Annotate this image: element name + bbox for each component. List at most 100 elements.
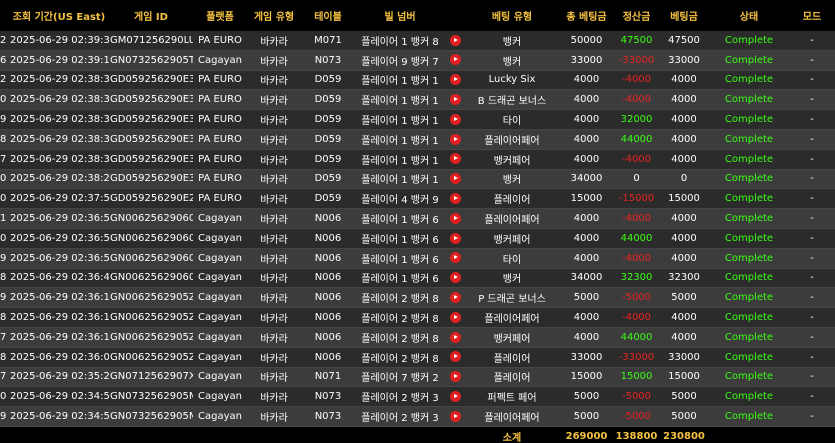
- play-icon[interactable]: [449, 54, 461, 66]
- table-row[interactable]: 7 2025-06-29 02:36:16 GN0062562905Z Cagayan…: [0, 327, 835, 348]
- row-bet-type: 뱅커: [465, 50, 559, 71]
- row-total-bet: 33000: [559, 347, 614, 368]
- header-bet-amount[interactable]: 베팅금: [659, 0, 709, 31]
- header-game-type[interactable]: 게임 유형: [247, 0, 301, 31]
- header-total-bet[interactable]: 총 베팅금: [559, 0, 614, 31]
- row-game-type: 바카라: [247, 367, 301, 388]
- row-mode: -: [789, 386, 835, 408]
- table-row[interactable]: 1 2025-06-29 02:36:55 GN00625629060 Cagayan…: [0, 208, 835, 229]
- header-mode[interactable]: 모드: [789, 0, 835, 31]
- row-total-bet: 34000: [559, 169, 614, 190]
- play-icon[interactable]: [449, 113, 461, 125]
- header-settlement[interactable]: 정산금: [614, 0, 659, 31]
- row-game-type: 바카라: [247, 169, 301, 190]
- row-total-bet: 4000: [559, 228, 614, 249]
- row-table: D059: [301, 70, 355, 91]
- table-row[interactable]: 2 2025-06-29 02:38:36 GD059256290E3 PA EURO…: [0, 70, 835, 91]
- table-row[interactable]: 0 2025-06-29 02:38:22 GD059256290E3 PA EURO…: [0, 169, 835, 190]
- row-settlement: -5000: [614, 406, 659, 427]
- row-bill-number: 플레이어 1 뱅커 1: [355, 129, 445, 150]
- header-bet-type[interactable]: 베팅 유형: [465, 0, 559, 31]
- row-game-id: GN00625629060: [109, 208, 193, 229]
- row-bet-type: 플레이어: [465, 367, 559, 388]
- play-icon[interactable]: [449, 311, 461, 323]
- table-row[interactable]: 7 2025-06-29 02:38:31 GD059256290E3 PA EURO…: [0, 149, 835, 170]
- header-bill-number[interactable]: 빌 넘버: [355, 0, 445, 31]
- play-icon[interactable]: [449, 133, 461, 145]
- row-game-id: GN0732562905T: [109, 50, 193, 71]
- table-row[interactable]: 0 2025-06-29 02:34:56 GN0732562905M Cagayan…: [0, 386, 835, 408]
- table-row[interactable]: 8 2025-06-29 02:36:16 GN0062562905Z Cagayan…: [0, 307, 835, 328]
- table-row[interactable]: 9 2025-06-29 02:38:36 GD059256290E3 PA EURO…: [0, 109, 835, 130]
- row-table: N006: [301, 307, 355, 328]
- row-index: 7: [0, 367, 9, 388]
- row-settlement: -33000: [614, 347, 659, 368]
- row-status: Complete: [709, 228, 789, 249]
- row-bet-amount: 0: [659, 169, 709, 190]
- row-mode: -: [789, 287, 835, 309]
- row-platform: Cagayan: [193, 347, 247, 368]
- play-icon[interactable]: [449, 34, 461, 46]
- row-bet-amount: 15000: [659, 367, 709, 388]
- row-settlement: 44000: [614, 228, 659, 249]
- play-icon[interactable]: [449, 173, 461, 185]
- row-total-bet: 5000: [559, 406, 614, 427]
- row-mode: -: [789, 31, 835, 51]
- play-icon[interactable]: [449, 94, 461, 106]
- play-icon[interactable]: [449, 292, 461, 303]
- play-icon[interactable]: [449, 232, 461, 244]
- row-mode: -: [789, 109, 835, 130]
- row-game-id: GD059256290E3: [109, 129, 193, 150]
- row-bet-type: 플레이어: [465, 347, 559, 368]
- row-bill-number: 플레이어 1 뱅커 6: [355, 208, 445, 229]
- header-status[interactable]: 상태: [709, 0, 789, 31]
- play-cell: [445, 109, 465, 130]
- row-table: N006: [301, 347, 355, 368]
- table-row[interactable]: 7 2025-06-29 02:35:29 GN0712562907X Cagayan…: [0, 367, 835, 388]
- play-icon[interactable]: [449, 153, 461, 165]
- row-game-id: GN00625629060: [109, 248, 193, 269]
- table-row[interactable]: 8 2025-06-29 02:36:03 GN0062562905Z Cagayan…: [0, 347, 835, 368]
- table-row[interactable]: 8 2025-06-29 02:38:31 GD059256290E3 PA EURO…: [0, 129, 835, 150]
- table-row[interactable]: 9 2025-06-29 02:34:56 GN0732562905M Cagayan…: [0, 406, 835, 427]
- row-table: D059: [301, 89, 355, 111]
- play-icon[interactable]: [449, 410, 461, 422]
- play-icon[interactable]: [449, 193, 461, 205]
- row-platform: PA EURO: [193, 149, 247, 170]
- table-row[interactable]: 2 2025-06-29 02:39:39 GM071256290LU PA EURO…: [0, 31, 835, 51]
- play-icon[interactable]: [449, 74, 461, 86]
- row-table: N006: [301, 287, 355, 309]
- row-index: 0: [0, 228, 9, 249]
- table-row[interactable]: 0 2025-06-29 02:36:55 GN00625629060 Cagayan…: [0, 228, 835, 249]
- row-status: Complete: [709, 386, 789, 408]
- row-bill-number: 플레이어 1 뱅커 1: [355, 89, 445, 111]
- play-icon[interactable]: [449, 272, 461, 284]
- play-icon[interactable]: [449, 371, 461, 383]
- play-icon[interactable]: [449, 331, 461, 343]
- row-datetime: 2025-06-29 02:38:31: [9, 129, 109, 150]
- header-period[interactable]: 조회 기간(US East): [9, 0, 109, 31]
- play-icon[interactable]: [449, 390, 461, 402]
- row-bet-type: 타이: [465, 248, 559, 269]
- table-row[interactable]: 0 2025-06-29 02:37:51 GD059256290E2 PA EURO…: [0, 188, 835, 210]
- play-icon[interactable]: [449, 212, 461, 224]
- row-platform: PA EURO: [193, 169, 247, 190]
- row-bill-number: 플레이어 1 뱅커 1: [355, 70, 445, 91]
- table-row[interactable]: 9 2025-06-29 02:36:16 GN0062562905Z Cagayan…: [0, 287, 835, 309]
- header-platform[interactable]: 플랫폼: [193, 0, 247, 31]
- play-icon[interactable]: [449, 351, 461, 363]
- table-row[interactable]: 0 2025-06-29 02:38:36 GD059256290E3 PA EURO…: [0, 89, 835, 111]
- row-bet-type: 타이: [465, 109, 559, 130]
- header-table[interactable]: 테이블: [301, 0, 355, 31]
- row-bet-type: 플레이어페어: [465, 307, 559, 328]
- row-index: 2: [0, 70, 9, 91]
- row-bill-number: 플레이어 2 뱅커 8: [355, 347, 445, 368]
- row-bet-type: 플레이어: [465, 188, 559, 210]
- row-datetime: 2025-06-29 02:36:16: [9, 327, 109, 348]
- table-row[interactable]: 8 2025-06-29 02:36:43 GN00625629060 Cagayan…: [0, 268, 835, 289]
- table-row[interactable]: 9 2025-06-29 02:36:55 GN00625629060 Cagayan…: [0, 248, 835, 269]
- header-game-id[interactable]: 게임 ID: [109, 0, 193, 31]
- row-datetime: 2025-06-29 02:36:55: [9, 208, 109, 229]
- table-row[interactable]: 6 2025-06-29 02:39:10 GN0732562905T Cagayan…: [0, 50, 835, 71]
- play-icon[interactable]: [449, 252, 461, 264]
